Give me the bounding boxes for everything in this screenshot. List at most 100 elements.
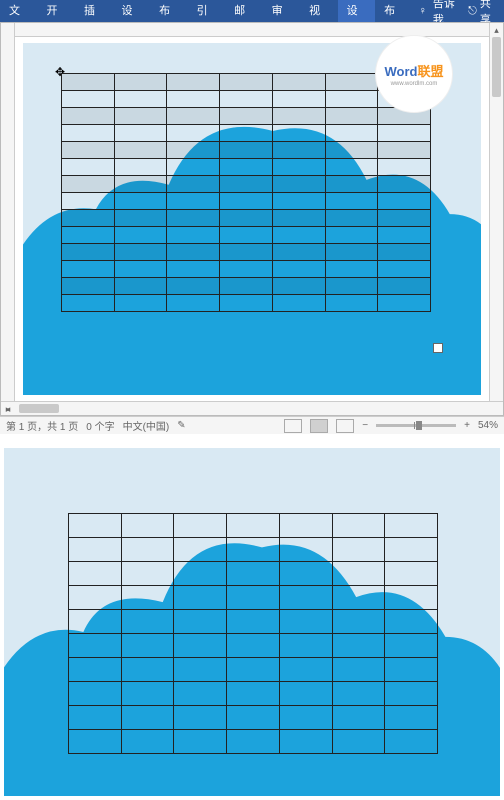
table-cell[interactable] bbox=[121, 706, 174, 730]
table-cell[interactable] bbox=[279, 586, 332, 610]
table-cell[interactable] bbox=[279, 610, 332, 634]
table-cell[interactable] bbox=[167, 278, 220, 295]
table-cell[interactable] bbox=[227, 562, 280, 586]
tab-mailings[interactable]: 邮件 bbox=[225, 0, 263, 22]
resize-handle[interactable] bbox=[433, 343, 443, 353]
table-cell[interactable] bbox=[220, 125, 273, 142]
table-cell[interactable] bbox=[325, 159, 378, 176]
table-cell[interactable] bbox=[220, 278, 273, 295]
scroll-right-icon[interactable]: ▸ bbox=[1, 402, 15, 416]
table-cell[interactable] bbox=[378, 210, 431, 227]
table-cell[interactable] bbox=[385, 538, 438, 562]
zoom-in-button[interactable]: + bbox=[464, 420, 470, 431]
table-cell[interactable] bbox=[174, 706, 227, 730]
table-cell[interactable] bbox=[279, 634, 332, 658]
table-cell[interactable] bbox=[325, 142, 378, 159]
table-cell[interactable] bbox=[62, 244, 115, 261]
table-cell[interactable] bbox=[325, 176, 378, 193]
tab-file[interactable]: 文件 bbox=[0, 0, 38, 22]
tab-home[interactable]: 开始 bbox=[38, 0, 76, 22]
table-cell[interactable] bbox=[174, 586, 227, 610]
table-cell[interactable] bbox=[114, 142, 167, 159]
table-cell[interactable] bbox=[121, 514, 174, 538]
table-cell[interactable] bbox=[220, 244, 273, 261]
tab-table-design[interactable]: 设计 bbox=[338, 0, 376, 22]
tab-view[interactable]: 视图 bbox=[300, 0, 338, 22]
vertical-ruler[interactable] bbox=[1, 23, 15, 415]
table-object[interactable] bbox=[61, 73, 431, 312]
table-cell[interactable] bbox=[167, 142, 220, 159]
table-cell[interactable] bbox=[174, 538, 227, 562]
table-cell[interactable] bbox=[378, 261, 431, 278]
view-web-layout[interactable] bbox=[336, 419, 354, 433]
table-cell[interactable] bbox=[62, 159, 115, 176]
table-cell[interactable] bbox=[174, 610, 227, 634]
table-cell[interactable] bbox=[272, 125, 325, 142]
word-count[interactable]: 0 个字 bbox=[86, 418, 114, 433]
table-cell[interactable] bbox=[332, 658, 385, 682]
table-cell[interactable] bbox=[332, 586, 385, 610]
view-print-layout[interactable] bbox=[310, 419, 328, 433]
table-cell[interactable] bbox=[325, 74, 378, 91]
table-cell[interactable] bbox=[69, 538, 122, 562]
table-cell[interactable] bbox=[385, 730, 438, 754]
table-cell[interactable] bbox=[121, 586, 174, 610]
scroll-up-icon[interactable]: ▴ bbox=[490, 23, 503, 37]
table-cell[interactable] bbox=[227, 538, 280, 562]
table-cell[interactable] bbox=[114, 91, 167, 108]
table-cell[interactable] bbox=[62, 176, 115, 193]
table-cell[interactable] bbox=[272, 261, 325, 278]
table-cell[interactable] bbox=[114, 108, 167, 125]
table-cell[interactable] bbox=[167, 295, 220, 312]
table-cell[interactable] bbox=[279, 682, 332, 706]
table-cell[interactable] bbox=[220, 227, 273, 244]
table-cell[interactable] bbox=[332, 562, 385, 586]
table-cell[interactable] bbox=[385, 610, 438, 634]
table-cell[interactable] bbox=[167, 159, 220, 176]
table-cell[interactable] bbox=[325, 244, 378, 261]
table-cell[interactable] bbox=[272, 193, 325, 210]
table-cell[interactable] bbox=[62, 261, 115, 278]
table-cell[interactable] bbox=[114, 261, 167, 278]
table-cell[interactable] bbox=[227, 682, 280, 706]
table-cell[interactable] bbox=[332, 682, 385, 706]
language-indicator[interactable]: 中文(中国) bbox=[123, 418, 170, 433]
table-cell[interactable] bbox=[62, 227, 115, 244]
table-cell[interactable] bbox=[220, 108, 273, 125]
table-cell[interactable] bbox=[385, 562, 438, 586]
table-cell[interactable] bbox=[220, 91, 273, 108]
table-cell[interactable] bbox=[62, 295, 115, 312]
table-cell[interactable] bbox=[167, 210, 220, 227]
table-cell[interactable] bbox=[378, 125, 431, 142]
horizontal-scrollbar[interactable]: ◂ ▸ bbox=[1, 401, 503, 415]
table-cell[interactable] bbox=[325, 210, 378, 227]
table-cell[interactable] bbox=[332, 634, 385, 658]
table-cell[interactable] bbox=[272, 142, 325, 159]
table-cell[interactable] bbox=[227, 706, 280, 730]
table-cell[interactable] bbox=[174, 682, 227, 706]
table-cell[interactable] bbox=[121, 610, 174, 634]
zoom-percent[interactable]: 54% bbox=[478, 420, 498, 431]
table-cell[interactable] bbox=[121, 730, 174, 754]
table-cell[interactable] bbox=[174, 658, 227, 682]
table-cell[interactable] bbox=[167, 108, 220, 125]
table-cell[interactable] bbox=[114, 295, 167, 312]
table-cell[interactable] bbox=[69, 610, 122, 634]
table-cell[interactable] bbox=[385, 586, 438, 610]
zoom-out-button[interactable]: − bbox=[362, 420, 368, 431]
table-cell[interactable] bbox=[385, 634, 438, 658]
table-cell[interactable] bbox=[167, 176, 220, 193]
table-cell[interactable] bbox=[167, 244, 220, 261]
table-cell[interactable] bbox=[220, 176, 273, 193]
table-cell[interactable] bbox=[385, 514, 438, 538]
table-cell[interactable] bbox=[227, 514, 280, 538]
vertical-scrollbar[interactable]: ▴ ▾ bbox=[489, 23, 503, 415]
zoom-thumb[interactable] bbox=[416, 421, 422, 430]
table-cell[interactable] bbox=[220, 210, 273, 227]
table-cell[interactable] bbox=[272, 244, 325, 261]
tab-design[interactable]: 设计 bbox=[113, 0, 151, 22]
table-cell[interactable] bbox=[220, 159, 273, 176]
table-cell[interactable] bbox=[272, 295, 325, 312]
table-cell[interactable] bbox=[332, 538, 385, 562]
table-cell[interactable] bbox=[174, 562, 227, 586]
